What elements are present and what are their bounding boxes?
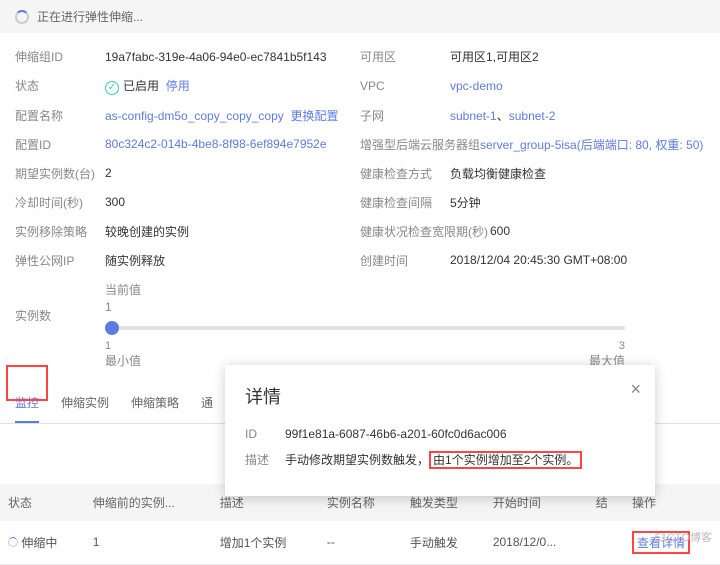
val-az: 可用区1,可用区2 [450,48,539,65]
modal-desc-val: 手动修改期望实例数触发，由1个实例增加至2个实例。 [285,451,582,468]
subnet-1-link[interactable]: subnet-1 [450,109,497,123]
detail-modal: 详情 × ID99f1e81a-6087-46b6-a201-60fc0d6ac… [225,365,655,496]
val-health-method: 负载均衡健康检查 [450,165,546,182]
modal-desc-lbl: 描述 [245,451,285,468]
config-name-link[interactable]: as-config-dm5o_copy_copy_copy [105,109,284,123]
val-created: 2018/12/04 20:45:30 GMT+08:00 [450,253,627,267]
close-icon[interactable]: × [630,379,641,400]
vpc-link[interactable]: vpc-demo [450,79,503,93]
td-status: 伸缩中 [0,521,85,565]
val-eip: 随实例释放 [105,252,165,269]
td-start: 2018/12/0... [485,521,588,565]
disable-link[interactable]: 停用 [166,79,190,93]
td-end [588,521,624,565]
lbl-group-id: 伸缩组ID [15,48,105,65]
slider-handle[interactable] [105,321,119,335]
td-desc: 增加1个实例 [212,521,319,565]
lbl-health-grace: 健康状况检查宽限期(秒) [360,223,490,240]
lbl-remove-policy: 实例移除策略 [15,223,105,240]
val-group-id: 19a7fabc-319e-4a06-94e0-ec7841b5f143 [105,50,327,64]
details-panel: 伸缩组ID19a7fabc-319e-4a06-94e0-ec7841b5f14… [0,33,720,374]
val-expected: 2 [105,166,112,180]
current-num: 1 [105,300,625,314]
lbl-config-id: 配置ID [15,136,105,153]
check-icon: ✓ [105,81,119,95]
val-health-grace: 600 [490,224,510,238]
modal-id-lbl: ID [245,427,285,441]
slider-track[interactable] [105,316,625,340]
lbl-az: 可用区 [360,48,450,65]
val-status: ✓已启用 停用 [105,77,190,95]
val-remove-policy: 较晚创建的实例 [105,223,189,240]
td-before: 1 [85,521,212,565]
backend-link[interactable]: server_group-5isa(后端端口: 80, 权重: 50) [480,136,703,153]
spinner-icon [8,537,18,547]
th-before: 伸缩前的实例... [85,484,212,521]
td-name: -- [319,521,402,565]
lbl-expected: 期望实例数(台) [15,165,105,182]
lbl-eip: 弹性公网IP [15,252,105,269]
modal-title: 详情 [245,383,635,409]
lbl-cooldown: 冷却时间(秒) [15,194,105,211]
subnet-2-link[interactable]: subnet-2 [509,109,556,123]
lbl-instances: 实例数 [15,281,105,324]
td-type: 手动触发 [402,521,485,565]
tab-instances[interactable]: 伸缩实例 [61,384,109,423]
highlight-box-desc: 由1个实例增加至2个实例。 [429,451,582,469]
val-cooldown: 300 [105,195,125,209]
watermark: 51CTO博客 [655,529,712,545]
lbl-created: 创建时间 [360,252,450,269]
lbl-health-interval: 健康检查间隔 [360,194,450,211]
lbl-status: 状态 [15,77,105,94]
update-config-link[interactable]: 更换配置 [290,109,338,123]
th-status: 状态 [0,484,85,521]
table-row: 伸缩中 1 增加1个实例 -- 手动触发 2018/12/0... 查看详情 [0,521,720,565]
tab-policies[interactable]: 伸缩策略 [131,384,179,423]
lbl-config-name: 配置名称 [15,107,105,124]
tab-monitor[interactable]: 监控 [15,384,39,423]
lbl-vpc: VPC [360,79,450,93]
val-health-interval: 5分钟 [450,194,481,211]
banner-text: 正在进行弹性伸缩... [37,8,143,25]
tab-cut[interactable]: 通 [201,384,213,423]
lbl-backend: 增强型后端云服务器组 [360,136,480,153]
current-label: 当前值 [105,281,625,298]
instance-slider[interactable]: 当前值 1 13 最小值最大值 [105,281,705,369]
lbl-health-method: 健康检查方式 [360,165,450,182]
config-id-link[interactable]: 80c324c2-014b-4be8-8f98-6ef894e7952e [105,137,327,151]
spinner-icon [15,10,29,24]
status-banner: 正在进行弹性伸缩... [0,0,720,33]
lbl-subnet: 子网 [360,107,450,124]
modal-id-val: 99f1e81a-6087-46b6-a201-60fc0d6ac006 [285,427,507,441]
